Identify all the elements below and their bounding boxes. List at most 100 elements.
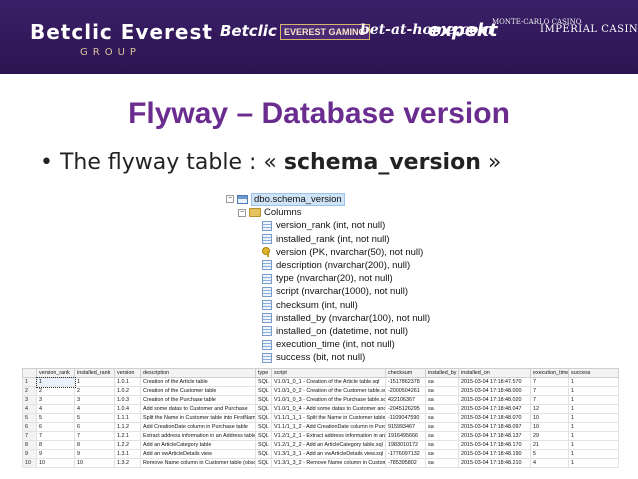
grid-cell[interactable]: SQL bbox=[255, 422, 272, 432]
grid-cell[interactable]: V1.1/1_1_2 - Add CreationDate column in … bbox=[271, 422, 386, 432]
grid-column-header[interactable] bbox=[22, 368, 37, 378]
grid-cell[interactable]: sa bbox=[425, 440, 459, 450]
grid-cell[interactable]: 1916495666 bbox=[385, 431, 426, 441]
grid-cell[interactable]: SQL bbox=[255, 413, 272, 423]
grid-cell[interactable]: 2 bbox=[36, 386, 75, 396]
grid-cell[interactable]: 1 bbox=[568, 377, 619, 387]
grid-cell[interactable]: 8 bbox=[74, 440, 115, 450]
grid-cell[interactable]: 2015-03-04 17:18:48.070 bbox=[458, 413, 531, 423]
grid-cell[interactable]: V1.1/1_1_1 - Split the Name in Customer … bbox=[271, 413, 386, 423]
grid-cell[interactable]: 6 bbox=[36, 422, 75, 432]
tree-node-column[interactable]: version (PK, nvarchar(50), not null) bbox=[226, 246, 426, 259]
grid-cell[interactable]: 5 bbox=[530, 449, 569, 459]
grid-cell[interactable]: 1.0.1 bbox=[114, 377, 141, 387]
grid-cell[interactable]: V1.2/1_2_2 - Add an ArticleCategory tabl… bbox=[271, 440, 386, 450]
grid-cell[interactable]: -1517862378 bbox=[385, 377, 426, 387]
row-number[interactable]: 2 bbox=[22, 386, 37, 396]
grid-cell[interactable]: sa bbox=[425, 422, 459, 432]
grid-cell[interactable]: Add CreationDate column in Purchase tabl… bbox=[140, 422, 256, 432]
grid-cell[interactable]: -785395802 bbox=[385, 458, 426, 468]
grid-cell[interactable]: 1.3.1 bbox=[114, 449, 141, 459]
grid-cell[interactable]: SQL bbox=[255, 431, 272, 441]
grid-cell[interactable]: -1109047590 bbox=[385, 413, 426, 423]
tree-node-column[interactable]: version_rank (int, not null) bbox=[226, 219, 426, 232]
grid-cell[interactable]: 2015-03-04 17:18:47.570 bbox=[458, 377, 531, 387]
grid-cell[interactable]: 1 bbox=[568, 413, 619, 423]
grid-cell[interactable]: sa bbox=[425, 377, 459, 387]
grid-cell[interactable]: V1.3/1_3_2 - Remove Name column in Custo… bbox=[271, 458, 386, 468]
grid-cell[interactable]: 1.1.1 bbox=[114, 413, 141, 423]
grid-cell[interactable]: Split the Name in Customer table into Fi… bbox=[140, 413, 256, 423]
grid-cell[interactable]: 4 bbox=[36, 404, 75, 414]
row-number[interactable]: 10 bbox=[22, 458, 37, 468]
grid-column-header[interactable]: description bbox=[140, 368, 256, 378]
row-number[interactable]: 3 bbox=[22, 395, 37, 405]
grid-cell[interactable]: SQL bbox=[255, 386, 272, 396]
grid-cell[interactable]: 1.3.2 bbox=[114, 458, 141, 468]
grid-cell[interactable]: SQL bbox=[255, 377, 272, 387]
table-row[interactable]: 8 8 8 1.2.2 Add an ArticleCategory table SQL V… bbox=[22, 440, 619, 450]
grid-cell[interactable]: sa bbox=[425, 458, 459, 468]
grid-cell[interactable]: 2015-03-04 17:18:48.210 bbox=[458, 458, 531, 468]
grid-cell[interactable]: 21 bbox=[530, 440, 569, 450]
grid-cell[interactable]: 1 bbox=[568, 395, 619, 405]
grid-cell[interactable]: -2045126295 bbox=[385, 404, 426, 414]
collapse-icon[interactable]: − bbox=[238, 208, 246, 217]
grid-cell[interactable]: SQL bbox=[255, 449, 272, 459]
grid-cell[interactable]: 1 bbox=[568, 458, 619, 468]
grid-cell[interactable]: 1.0.4 bbox=[114, 404, 141, 414]
tree-node-columns-folder[interactable]: − Columns bbox=[226, 206, 426, 219]
grid-cell[interactable]: 7 bbox=[530, 377, 569, 387]
grid-cell[interactable]: 10 bbox=[36, 458, 75, 468]
tree-node-column[interactable]: installed_by (nvarchar(100), not null) bbox=[226, 312, 430, 325]
grid-cell[interactable]: Creation of the Purchase table bbox=[140, 395, 256, 405]
grid-cell[interactable]: 2015-03-04 17:18:48.190 bbox=[458, 449, 531, 459]
grid-cell[interactable]: Remove Name column in Customer table (ob… bbox=[140, 458, 256, 468]
grid-cell[interactable]: 5 bbox=[36, 413, 75, 423]
grid-cell[interactable]: 1.0.2 bbox=[114, 386, 141, 396]
grid-cell[interactable]: 422106367 bbox=[385, 395, 426, 405]
grid-cell[interactable]: 2015-03-04 17:18:48.097 bbox=[458, 422, 531, 432]
grid-cell[interactable]: V1.0/1_0_3 - Creation of the Purchase ta… bbox=[271, 395, 386, 405]
grid-cell[interactable]: 7 bbox=[36, 431, 75, 441]
tree-node-column[interactable]: success (bit, not null) bbox=[226, 351, 426, 364]
grid-column-header[interactable]: version_rank bbox=[36, 368, 75, 378]
table-row[interactable]: 1 1 1 1.0.1 Creation of the Article table SQL… bbox=[22, 376, 619, 388]
tree-node-column[interactable]: installed_on (datetime, not null) bbox=[226, 325, 426, 338]
grid-cell[interactable]: 9 bbox=[36, 449, 75, 459]
tree-node-column[interactable]: script (nvarchar(1000), not null) bbox=[226, 285, 426, 298]
grid-cell[interactable]: 915993467 bbox=[385, 422, 426, 432]
grid-column-header[interactable]: script bbox=[271, 368, 386, 378]
tree-node-column[interactable]: type (nvarchar(20), not null) bbox=[226, 272, 426, 285]
grid-cell[interactable]: sa bbox=[425, 395, 459, 405]
grid-cell[interactable]: 4 bbox=[530, 458, 569, 468]
grid-cell[interactable]: 9 bbox=[74, 449, 115, 459]
grid-cell[interactable]: 1 bbox=[568, 431, 619, 441]
grid-cell[interactable]: 2015-03-04 17:18:48.047 bbox=[458, 404, 531, 414]
grid-cell[interactable]: 7 bbox=[530, 386, 569, 396]
row-number[interactable]: 5 bbox=[22, 413, 37, 423]
grid-cell[interactable]: sa bbox=[425, 449, 459, 459]
grid-cell[interactable]: 2015-03-04 17:18:48.170 bbox=[458, 440, 531, 450]
grid-cell[interactable]: 7 bbox=[74, 431, 115, 441]
tree-node-table[interactable]: − dbo.schema_version bbox=[226, 193, 426, 206]
grid-cell[interactable]: 1 bbox=[568, 449, 619, 459]
grid-cell[interactable]: 5 bbox=[74, 413, 115, 423]
grid-cell[interactable]: 1 bbox=[74, 377, 115, 387]
grid-cell[interactable]: SQL bbox=[255, 404, 272, 414]
grid-cell[interactable]: Add some datas to Customer and Purchase bbox=[140, 404, 256, 414]
grid-cell[interactable]: 10 bbox=[74, 458, 115, 468]
grid-cell[interactable]: sa bbox=[425, 386, 459, 396]
grid-cell[interactable]: V1.0/1_0_2 - Creation of the Customer ta… bbox=[271, 386, 386, 396]
grid-cell[interactable]: sa bbox=[425, 404, 459, 414]
grid-column-header[interactable]: installed_on bbox=[458, 368, 531, 378]
grid-column-header[interactable]: type bbox=[255, 368, 272, 378]
row-number[interactable]: 8 bbox=[22, 440, 37, 450]
grid-cell[interactable]: 6 bbox=[74, 422, 115, 432]
grid-cell[interactable]: Creation of the Article table bbox=[140, 377, 256, 387]
grid-cell[interactable]: sa bbox=[425, 413, 459, 423]
row-number[interactable]: 9 bbox=[22, 449, 37, 459]
grid-cell[interactable]: 1.2.1 bbox=[114, 431, 141, 441]
grid-cell[interactable]: 10 bbox=[530, 413, 569, 423]
grid-column-header[interactable]: success bbox=[568, 368, 619, 378]
